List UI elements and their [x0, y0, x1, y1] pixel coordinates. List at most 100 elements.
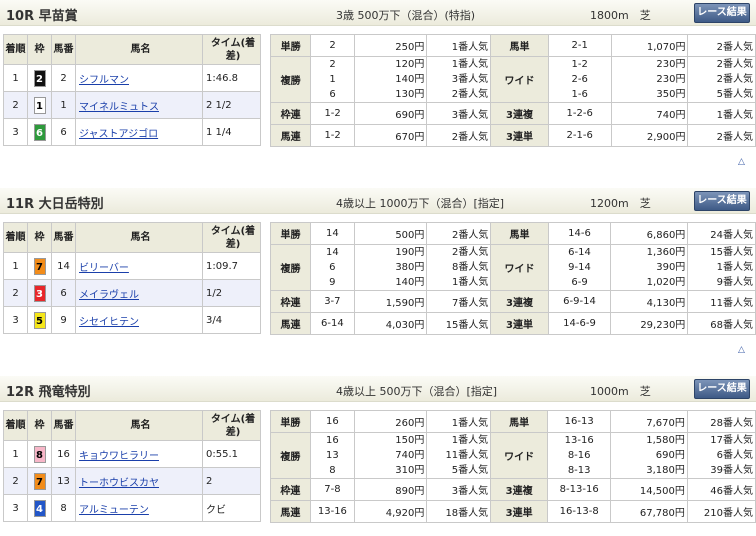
wide-pop-list: 15番人気 1番人気 9番人気	[687, 244, 756, 291]
race-result-button[interactable]: レース結果	[694, 3, 750, 23]
wide-combo: 1-6	[571, 89, 588, 100]
payout-row: 枠連 3-7 1,590円 7番人気 3連複 6-9-14 4,130円 11番人気	[270, 290, 756, 313]
wakuren-label: 枠連	[270, 478, 311, 501]
sanrenpuku-popularity: 1番人気	[687, 102, 756, 125]
header-name: 馬名	[75, 410, 203, 441]
fukusho-amount: 190円	[395, 247, 425, 258]
wide-pop: 39番人気	[710, 465, 753, 476]
finish-rank: 3	[3, 118, 28, 146]
umatan-popularity: 2番人気	[687, 34, 756, 57]
header-rank: 着順	[3, 222, 28, 253]
wakuren-combo: 7-8	[309, 478, 356, 501]
fukusho-combo: 8	[329, 465, 336, 476]
wide-amount-list: 1,360円 390円 1,020円	[610, 244, 689, 291]
umatan-amount: 1,070円	[610, 34, 689, 57]
wide-amount: 390円	[656, 262, 686, 273]
fukusho-amount: 140円	[395, 277, 425, 288]
horse-name-link[interactable]: アルミューテン	[79, 505, 149, 516]
horse-name-link[interactable]: シセイヒテン	[79, 317, 139, 328]
finish-time: 2	[202, 467, 261, 495]
horse-name-link[interactable]: トーホウビスカヤ	[79, 478, 159, 489]
umatan-combo: 14-6	[547, 222, 612, 245]
fukusho-amount-list: 150円 740円 310円	[354, 432, 428, 479]
fukusho-label: 複勝	[270, 432, 311, 479]
payout-row: 複勝 14 6 9 190円 380円 140円 2番人気 8番人気 1番人気 ワイド 6-14 9-1…	[270, 244, 756, 291]
horse-name-link[interactable]: ジャストアジゴロ	[79, 129, 158, 140]
sanrentan-label: 3連単	[490, 312, 549, 335]
payout-row: 単勝 16 260円 1番人気 馬単 16-13 7,670円 28番人気	[270, 410, 756, 433]
wide-pop-list: 2番人気 2番人気 5番人気	[687, 56, 756, 103]
finish-rank: 2	[3, 91, 28, 119]
tansho-amount: 250円	[353, 34, 428, 57]
umatan-combo: 16-13	[547, 410, 612, 433]
sanrenpuku-amount: 740円	[610, 102, 689, 125]
waku-badge: 3	[33, 284, 46, 302]
sanrentan-combo: 14-6-9	[547, 312, 612, 335]
fukusho-combo: 1	[329, 74, 336, 85]
horse-name-cell: メイラヴェル	[75, 279, 203, 307]
waku-badge: 8	[33, 445, 46, 463]
sanrentan-label: 3連単	[490, 124, 549, 147]
wakuren-amount: 690円	[353, 102, 428, 125]
umaren-label: 馬連	[269, 124, 312, 147]
sanrentan-popularity: 210番人気	[686, 500, 756, 523]
fukusho-combo: 16	[326, 435, 339, 446]
wide-amount: 690円	[655, 450, 685, 461]
tansho-amount: 500円	[353, 222, 428, 245]
wide-pop: 6番人気	[716, 450, 753, 461]
wide-label: ワイド	[490, 244, 549, 291]
umatan-label: 馬単	[490, 410, 549, 433]
horse-number: 13	[51, 467, 76, 495]
umatan-label: 馬単	[490, 222, 549, 245]
header-time: タイム(着差)	[202, 410, 261, 441]
fukusho-label: 複勝	[269, 56, 312, 103]
umatan-amount: 6,860円	[610, 222, 689, 245]
umatan-popularity: 28番人気	[686, 410, 756, 433]
fukusho-amount-list: 190円 380円 140円	[353, 244, 428, 291]
tansho-combo: 14	[309, 222, 355, 245]
wide-combo: 8-16	[567, 450, 591, 461]
horse-name-link[interactable]: メイラヴェル	[79, 290, 139, 301]
header-num: 馬番	[51, 34, 76, 65]
wakuren-amount: 890円	[354, 478, 428, 501]
header-waku: 枠	[27, 222, 52, 253]
race-result-button[interactable]: レース結果	[694, 191, 750, 211]
wide-pop: 15番人気	[710, 247, 753, 258]
horse-name-link[interactable]: ビリーバー	[79, 263, 129, 274]
horse-number: 16	[51, 440, 76, 468]
fukusho-pop: 3番人気	[451, 74, 489, 85]
waku-badge: 5	[33, 311, 46, 329]
wide-pop: 17番人気	[710, 435, 753, 446]
umaren-label: 馬連	[270, 500, 311, 523]
page-top-icon[interactable]: △	[738, 157, 745, 167]
fukusho-pop-list: 1番人気 11番人気 5番人気	[426, 432, 492, 479]
horse-name-link[interactable]: シフルマン	[79, 75, 129, 86]
race-title: 10R 早苗賞	[6, 9, 78, 24]
wide-label: ワイド	[490, 432, 549, 479]
fukusho-combo: 2	[329, 59, 336, 70]
payout-row: 枠連 1-2 690円 3番人気 3連複 1-2-6 740円 1番人気	[269, 102, 756, 125]
horse-name-link[interactable]: キョウワヒラリー	[79, 451, 159, 462]
wide-pop: 5番人気	[716, 89, 753, 100]
wide-combo: 1-2	[571, 59, 588, 70]
horse-name-cell: キョウワヒラリー	[75, 440, 203, 468]
wide-combo-list: 13-16 8-16 8-13	[547, 432, 612, 479]
horse-number: 14	[51, 252, 76, 280]
page-top-icon[interactable]: △	[738, 345, 745, 355]
horse-name-cell: シフルマン	[75, 64, 203, 92]
horse-name-link[interactable]: マイネルミュトス	[79, 102, 159, 113]
horse-number: 8	[51, 494, 76, 522]
fukusho-pop: 8番人気	[452, 262, 489, 273]
wide-combo: 6-14	[568, 247, 591, 258]
table-row: 2 1 1 マイネルミュトス 2 1/2	[3, 91, 261, 119]
waku-cell: 4	[27, 494, 52, 522]
umatan-label: 馬単	[490, 34, 549, 57]
fukusho-combo-list: 2 1 6	[310, 56, 355, 103]
sanrenpuku-amount: 4,130円	[610, 290, 689, 313]
race-result-button[interactable]: レース結果	[694, 379, 750, 399]
wide-amount: 230円	[656, 74, 686, 85]
results-table: 着順枠馬番 馬名 タイム(着差) 1 8 16 キョウワヒラリー 0:55.1 2 7 13 トーホウ…	[3, 410, 261, 522]
race-distance: 1200m 芝	[590, 197, 651, 210]
fukusho-combo: 6	[329, 262, 336, 273]
wide-pop: 1番人気	[716, 262, 753, 273]
